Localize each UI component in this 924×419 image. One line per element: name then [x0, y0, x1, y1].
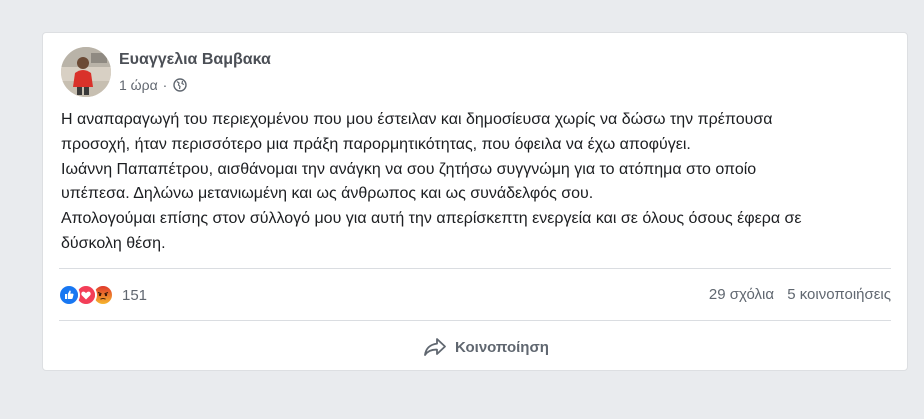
post-body-line: Απολογούμαι επίσης στον σύλλογό μου για … — [61, 210, 802, 228]
post-time[interactable]: 1 ώρα — [119, 77, 158, 93]
post-body-line: Η αναπαραγωγή του περιεχομένου που μου έ… — [61, 111, 773, 128]
globe-icon[interactable] — [173, 78, 188, 92]
post-body-line: προσοχή, ήταν περισσότερο μια πράξη παρο… — [61, 135, 691, 153]
share-arrow-icon — [424, 338, 446, 356]
share-button[interactable]: Κοινοποίηση — [423, 333, 549, 361]
post-card: Ευαγγελια Βαμβακα 1 ώρα · Η αναπαραγωγή … — [42, 32, 908, 371]
like-icon — [58, 284, 80, 306]
post-body-line: δύσκολη θέση. — [61, 234, 166, 252]
share-label: Κοινοποίηση — [455, 338, 549, 356]
comments-count[interactable]: 29 σχόλια — [709, 286, 774, 303]
author-name[interactable]: Ευαγγελια Βαμβακα — [119, 51, 271, 69]
shares-count[interactable]: 5 κοινοποιήσεις — [787, 286, 891, 303]
divider — [59, 320, 891, 321]
avatar[interactable] — [61, 47, 111, 97]
post-body: Η αναπαραγωγή του περιεχομένου που μου έ… — [61, 108, 881, 257]
reaction-count[interactable]: 151 — [122, 287, 147, 304]
meta-separator: · — [162, 77, 168, 93]
divider — [59, 268, 891, 269]
post-header: Ευαγγελια Βαμβακα 1 ώρα · — [61, 47, 661, 97]
post-meta: 1 ώρα · — [119, 77, 188, 93]
post-body-line: υπέπεσα. Δηλώνω μετανιωμένη και ως άνθρω… — [61, 185, 594, 203]
post-body-line: Ιωάννη Παπαπέτρου, αισθάνομαι την ανάγκη… — [61, 160, 757, 178]
post-stats: 29 σχόλια 5 κοινοποιήσεις — [709, 286, 891, 303]
reactions-summary[interactable]: 151 — [58, 284, 147, 306]
